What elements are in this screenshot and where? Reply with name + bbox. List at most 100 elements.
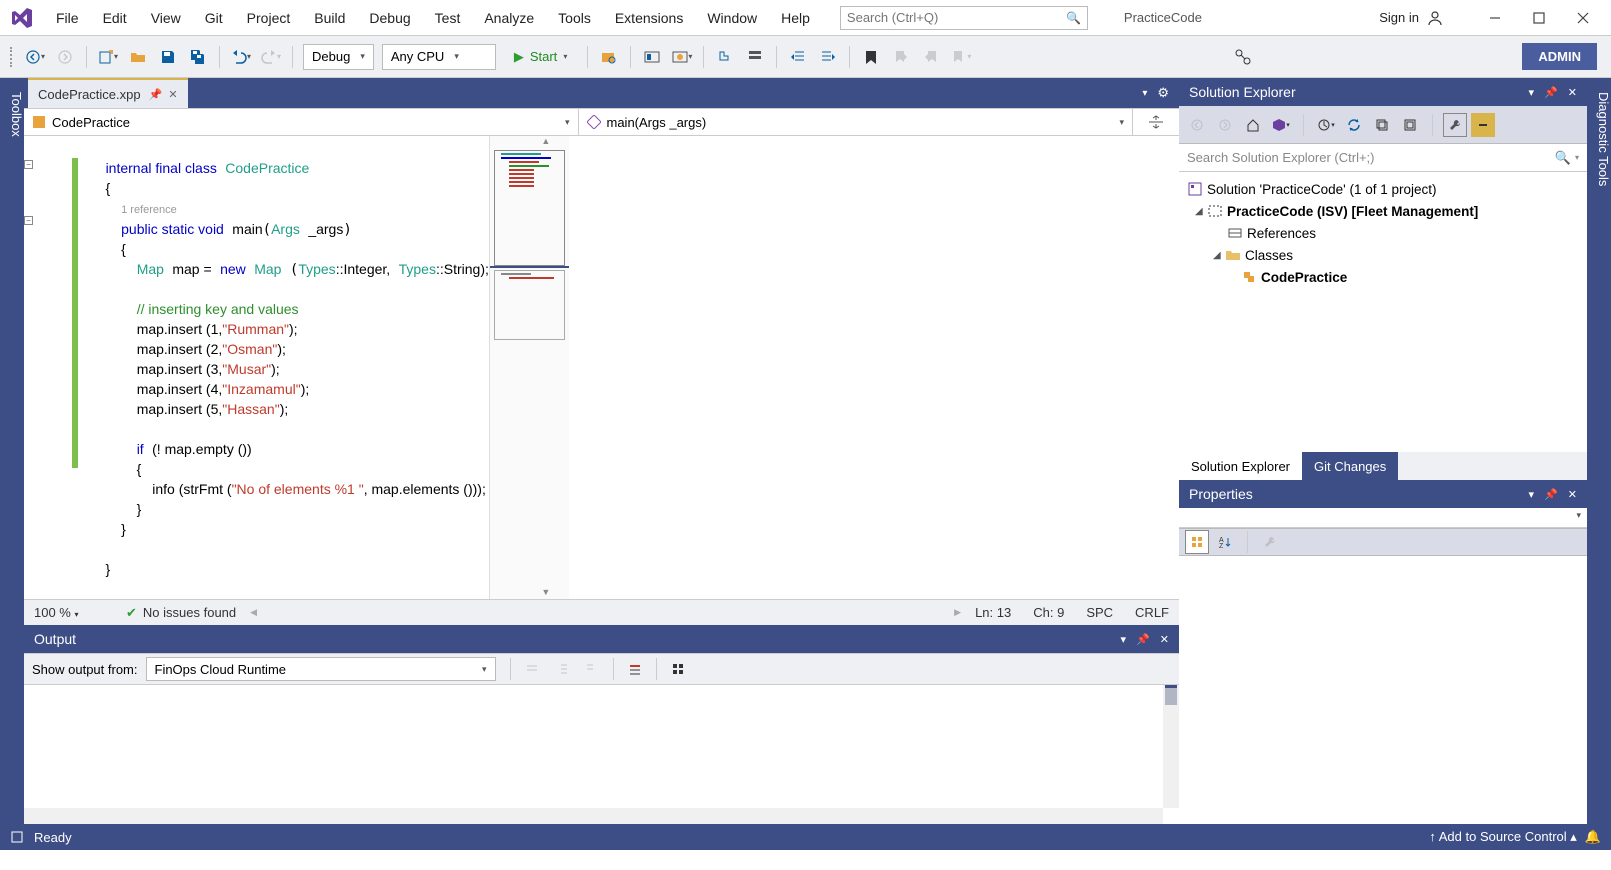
output-prev-icon[interactable] <box>549 656 575 682</box>
output-goto-icon[interactable] <box>519 656 545 682</box>
step-icon[interactable] <box>712 44 738 70</box>
panel-pin-icon[interactable]: 📌 <box>1136 633 1150 646</box>
platform-selector[interactable]: Any CPU▾ <box>382 44 496 70</box>
pin-icon[interactable]: 📌 <box>149 88 163 101</box>
back-button[interactable]: ▾ <box>22 44 48 70</box>
menu-project[interactable]: Project <box>235 10 303 26</box>
nav-scope-selector[interactable]: CodePractice▾ <box>24 109 579 135</box>
admin-button[interactable]: ADMIN <box>1522 43 1597 70</box>
menu-tools[interactable]: Tools <box>546 10 603 26</box>
output-panel-header[interactable]: Output ▾ 📌 ✕ <box>24 625 1179 653</box>
sol-sync-icon[interactable]: ▾ <box>1314 113 1338 137</box>
output-vscrollbar[interactable] <box>1163 685 1179 808</box>
tree-solution-node[interactable]: Solution 'PracticeCode' (1 of 1 project) <box>1183 178 1583 200</box>
code-content[interactable]: internal final class CodePractice { 1 re… <box>90 136 489 599</box>
output-source-selector[interactable]: FinOps Cloud Runtime▾ <box>146 657 496 681</box>
panel-close-icon[interactable]: ✕ <box>1160 633 1169 646</box>
comment-icon[interactable] <box>742 44 768 70</box>
properties-grid[interactable] <box>1179 556 1587 824</box>
new-item-button[interactable]: ▾ <box>95 44 121 70</box>
sol-properties-icon[interactable] <box>1443 113 1467 137</box>
nav-member-selector[interactable]: main(Args _args)▾ <box>579 109 1134 135</box>
toolbox-rail[interactable]: Toolbox <box>0 78 24 824</box>
menu-file[interactable]: File <box>44 10 91 26</box>
panel-options-icon[interactable]: ▾ <box>1121 633 1127 646</box>
open-button[interactable] <box>125 44 151 70</box>
output-hscrollbar[interactable] <box>24 808 1163 824</box>
window-maximize-button[interactable] <box>1517 3 1561 33</box>
code-minimap[interactable]: ▲ ▼ <box>489 136 569 599</box>
tab-solution-explorer[interactable]: Solution Explorer <box>1179 452 1302 480</box>
sol-show-all-icon[interactable] <box>1398 113 1422 137</box>
sol-switch-view-icon[interactable]: ▾ <box>1269 113 1293 137</box>
properties-object-selector[interactable]: ▾ <box>1179 508 1587 528</box>
tree-caret-icon[interactable]: ◢ <box>1213 250 1225 261</box>
panel-options-icon[interactable]: ▾ <box>1529 488 1535 501</box>
tree-project-node[interactable]: ◢ PracticeCode (ISV) [Fleet Management] <box>1183 200 1583 222</box>
toolbar-icon-1[interactable] <box>639 44 665 70</box>
tree-references-node[interactable]: References <box>1183 222 1583 244</box>
code-editor[interactable]: − − internal final class CodePractice { … <box>24 136 1179 599</box>
menu-extensions[interactable]: Extensions <box>603 10 695 26</box>
close-tab-icon[interactable]: ✕ <box>168 88 177 101</box>
output-clear-icon[interactable] <box>622 656 648 682</box>
window-minimize-button[interactable] <box>1473 3 1517 33</box>
menu-help[interactable]: Help <box>769 10 822 26</box>
find-in-files-icon[interactable] <box>596 44 622 70</box>
bookmark-icon[interactable] <box>858 44 884 70</box>
output-next-icon[interactable] <box>579 656 605 682</box>
fold-toggle-icon[interactable]: − <box>24 216 33 225</box>
menu-view[interactable]: View <box>139 10 193 26</box>
menu-build[interactable]: Build <box>302 10 357 26</box>
indent-increase-icon[interactable] <box>815 44 841 70</box>
global-search[interactable]: 🔍 <box>840 6 1088 30</box>
tree-classes-node[interactable]: ◢ Classes <box>1183 244 1583 266</box>
panel-options-icon[interactable]: ▾ <box>1529 86 1535 99</box>
person-icon[interactable] <box>1427 10 1443 26</box>
prop-wrench-icon[interactable] <box>1258 530 1282 554</box>
bookmark-next-icon[interactable] <box>918 44 944 70</box>
tree-class-node[interactable]: CodePractice <box>1183 266 1583 288</box>
bookmark-clear-icon[interactable]: ▾ <box>948 44 974 70</box>
sol-home-icon[interactable] <box>1241 113 1265 137</box>
toolbar-icon-2[interactable]: ▾ <box>669 44 695 70</box>
undo-button[interactable]: ▾ <box>228 44 254 70</box>
sign-in-link[interactable]: Sign in <box>1379 10 1419 25</box>
start-debugging-button[interactable]: ▶Start▾ <box>504 44 577 70</box>
document-tab-active[interactable]: CodePractice.xpp 📌 ✕ <box>28 78 188 108</box>
sol-preview-icon[interactable] <box>1471 113 1495 137</box>
save-button[interactable] <box>155 44 181 70</box>
panel-close-icon[interactable]: ✕ <box>1568 488 1577 501</box>
menu-debug[interactable]: Debug <box>357 10 422 26</box>
prop-alphabetical-icon[interactable]: AZ <box>1213 530 1237 554</box>
toolbar-grip-icon[interactable] <box>10 47 16 67</box>
tab-git-changes[interactable]: Git Changes <box>1302 452 1398 480</box>
menu-analyze[interactable]: Analyze <box>472 10 546 26</box>
issues-indicator[interactable]: ✔No issues found <box>126 605 236 621</box>
bookmark-prev-icon[interactable] <box>888 44 914 70</box>
scroll-up-icon[interactable]: ▲ <box>523 136 569 148</box>
panel-pin-icon[interactable]: 📌 <box>1544 488 1558 501</box>
sol-back-icon[interactable] <box>1185 113 1209 137</box>
codelens-references[interactable]: 1 reference <box>121 204 177 216</box>
sol-refresh-icon[interactable] <box>1342 113 1366 137</box>
save-all-button[interactable] <box>185 44 211 70</box>
line-ending-mode[interactable]: CRLF <box>1135 605 1169 620</box>
forward-button[interactable] <box>52 44 78 70</box>
fold-toggle-icon[interactable]: − <box>24 160 33 169</box>
source-control-button[interactable]: ↑ Add to Source Control ▴ <box>1429 829 1576 845</box>
search-input[interactable] <box>847 10 1066 25</box>
properties-panel-header[interactable]: Properties ▾📌✕ <box>1179 480 1587 508</box>
configuration-selector[interactable]: Debug▾ <box>303 44 374 70</box>
solution-tree[interactable]: Solution 'PracticeCode' (1 of 1 project)… <box>1179 172 1587 452</box>
solution-search[interactable]: Search Solution Explorer (Ctrl+;) 🔍▾ <box>1179 144 1587 172</box>
editor-hscrollbar[interactable]: ◀▶ <box>250 607 961 618</box>
indent-decrease-icon[interactable] <box>785 44 811 70</box>
sol-forward-icon[interactable] <box>1213 113 1237 137</box>
scroll-down-icon[interactable]: ▼ <box>523 587 569 599</box>
tab-gear-icon[interactable]: ⚙ <box>1157 85 1169 101</box>
menu-test[interactable]: Test <box>423 10 473 26</box>
redo-button[interactable]: ▾ <box>258 44 284 70</box>
live-share-icon[interactable] <box>1232 46 1254 68</box>
notifications-icon[interactable]: 🔔 <box>1585 829 1601 845</box>
